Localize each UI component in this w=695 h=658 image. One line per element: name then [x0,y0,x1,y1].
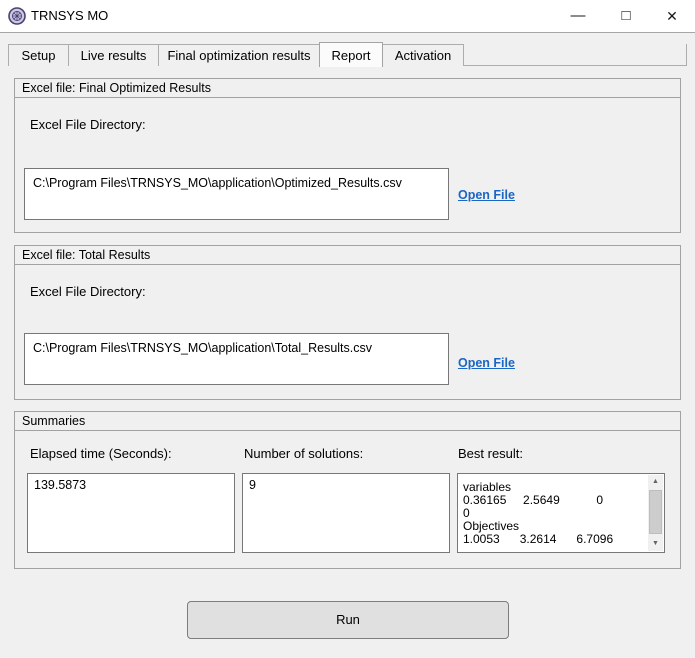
scroll-up-icon[interactable]: ▲ [648,475,663,489]
elapsed-time-box[interactable]: 139.5873 [27,473,235,553]
close-icon: ✕ [666,8,678,24]
maximize-icon: □ [621,7,631,24]
vertical-scrollbar[interactable]: ▲ ▼ [648,475,663,551]
groupbox-title: Excel file: Final Optimized Results [15,79,680,98]
run-button[interactable]: Run [187,601,509,639]
tab-activation[interactable]: Activation [382,44,464,66]
tab-setup[interactable]: Setup [8,44,69,66]
groupbox-title: Summaries [15,412,680,431]
tab-report[interactable]: Report [319,42,383,67]
scrollbar-thumb[interactable] [649,490,662,534]
best-result-line: 1.0053 3.2614 6.7096 [463,532,614,546]
best-result-line: 0.36165 2.5649 0 [463,493,604,507]
app-icon [8,7,26,25]
tab-live-results[interactable]: Live results [68,44,159,66]
window-title: TRNSYS MO [31,8,109,23]
tabstrip-right-edge [686,44,687,66]
number-of-solutions-label: Number of solutions: [244,446,364,461]
open-file-link-optimized[interactable]: Open File [458,188,515,202]
excel-file-directory-label: Excel File Directory: [30,117,146,132]
total-results-path-field[interactable]: C:\Program Files\TRNSYS_MO\application\T… [24,333,449,385]
title-bar[interactable]: TRNSYS MO — □ ✕ [0,0,695,33]
best-result-label: Best result: [458,446,524,461]
groupbox-title: Excel file: Total Results [15,246,680,265]
close-button[interactable]: ✕ [657,0,687,32]
maximize-button[interactable]: □ [611,0,641,32]
scroll-down-icon[interactable]: ▼ [648,537,663,551]
number-of-solutions-box[interactable]: 9 [242,473,450,553]
optimized-results-path-field[interactable]: C:\Program Files\TRNSYS_MO\application\O… [24,168,449,220]
excel-file-directory-label: Excel File Directory: [30,284,146,299]
minimize-button[interactable]: — [563,0,593,32]
best-result-listbox[interactable]: variables 0.36165 2.5649 0 0 Objectives … [457,473,665,553]
app-window: TRNSYS MO — □ ✕ Setup Live results Final… [0,0,695,658]
tab-final-optimization-results[interactable]: Final optimization results [158,44,320,66]
minimize-icon: — [570,7,586,24]
open-file-link-total[interactable]: Open File [458,356,515,370]
elapsed-time-label: Elapsed time (Seconds): [30,446,172,461]
